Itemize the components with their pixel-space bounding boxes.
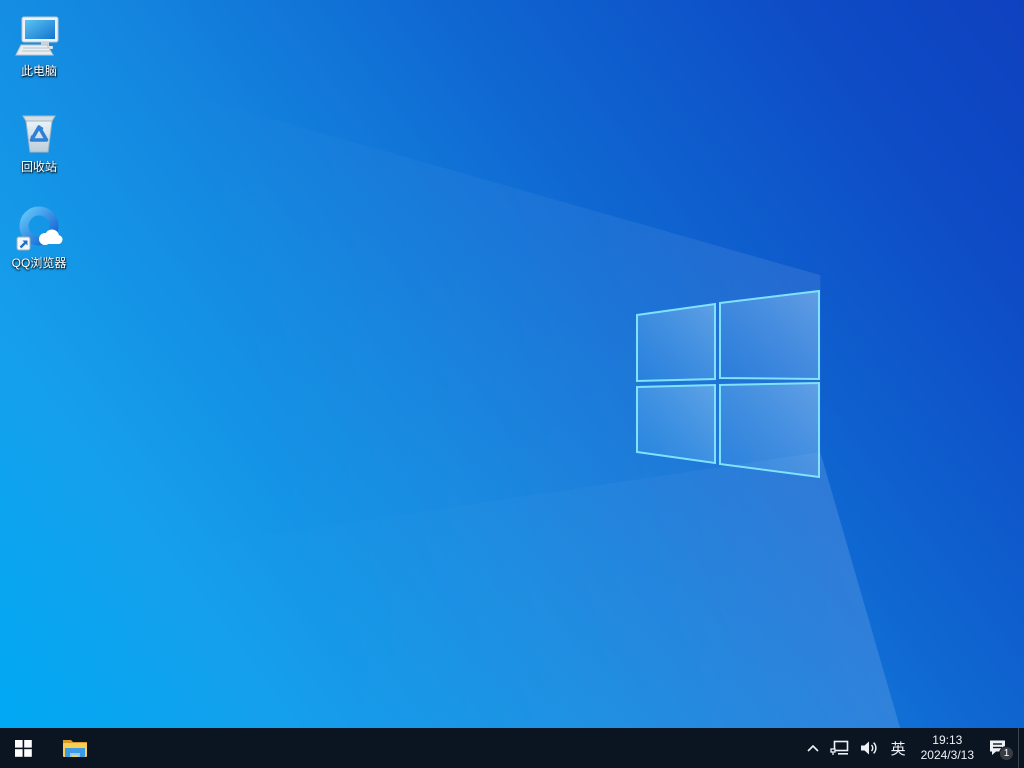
- action-center-button[interactable]: 1: [982, 728, 1018, 768]
- file-explorer-icon: [62, 736, 88, 760]
- notification-count-badge: 1: [999, 746, 1014, 761]
- shortcut-arrow-icon: [17, 237, 30, 250]
- desktop-icon-this-pc[interactable]: 此电脑: [2, 8, 76, 96]
- volume-tray-button[interactable]: [855, 728, 884, 768]
- start-icon: [15, 740, 32, 757]
- desktop-icon-label: QQ浏览器: [12, 256, 67, 270]
- volume-icon: [860, 740, 879, 756]
- desktop-icon-label: 此电脑: [21, 64, 57, 78]
- clock-time: 19:13: [932, 733, 962, 748]
- desktop-icon-recycle-bin[interactable]: 回收站: [2, 104, 76, 192]
- clock-date: 2024/3/13: [921, 748, 974, 763]
- network-ethernet-icon: [830, 739, 850, 757]
- desktop-icon-qq-browser[interactable]: QQ浏览器: [2, 200, 76, 288]
- system-tray: 英 19:13 2024/3/13 1: [801, 728, 1024, 768]
- taskbar: 英 19:13 2024/3/13 1: [0, 728, 1024, 768]
- input-language-indicator[interactable]: 英: [884, 728, 913, 768]
- taskbar-clock[interactable]: 19:13 2024/3/13: [913, 733, 982, 763]
- this-pc-icon: [15, 13, 63, 61]
- desktop-icon-label: 回收站: [21, 160, 57, 174]
- qq-browser-shortcut-icon: [15, 205, 63, 253]
- show-desktop-button[interactable]: [1018, 728, 1024, 768]
- start-button[interactable]: [0, 728, 46, 768]
- windows-logo: [634, 289, 821, 480]
- show-hidden-icons-button[interactable]: [801, 728, 825, 768]
- desktop-wallpaper: [0, 0, 1024, 728]
- desktop-icon-column: 此电脑 回收站: [2, 8, 76, 296]
- file-explorer-button[interactable]: [52, 728, 98, 768]
- chevron-up-icon: [806, 744, 820, 753]
- recycle-bin-icon: [15, 109, 63, 157]
- network-tray-button[interactable]: [825, 728, 855, 768]
